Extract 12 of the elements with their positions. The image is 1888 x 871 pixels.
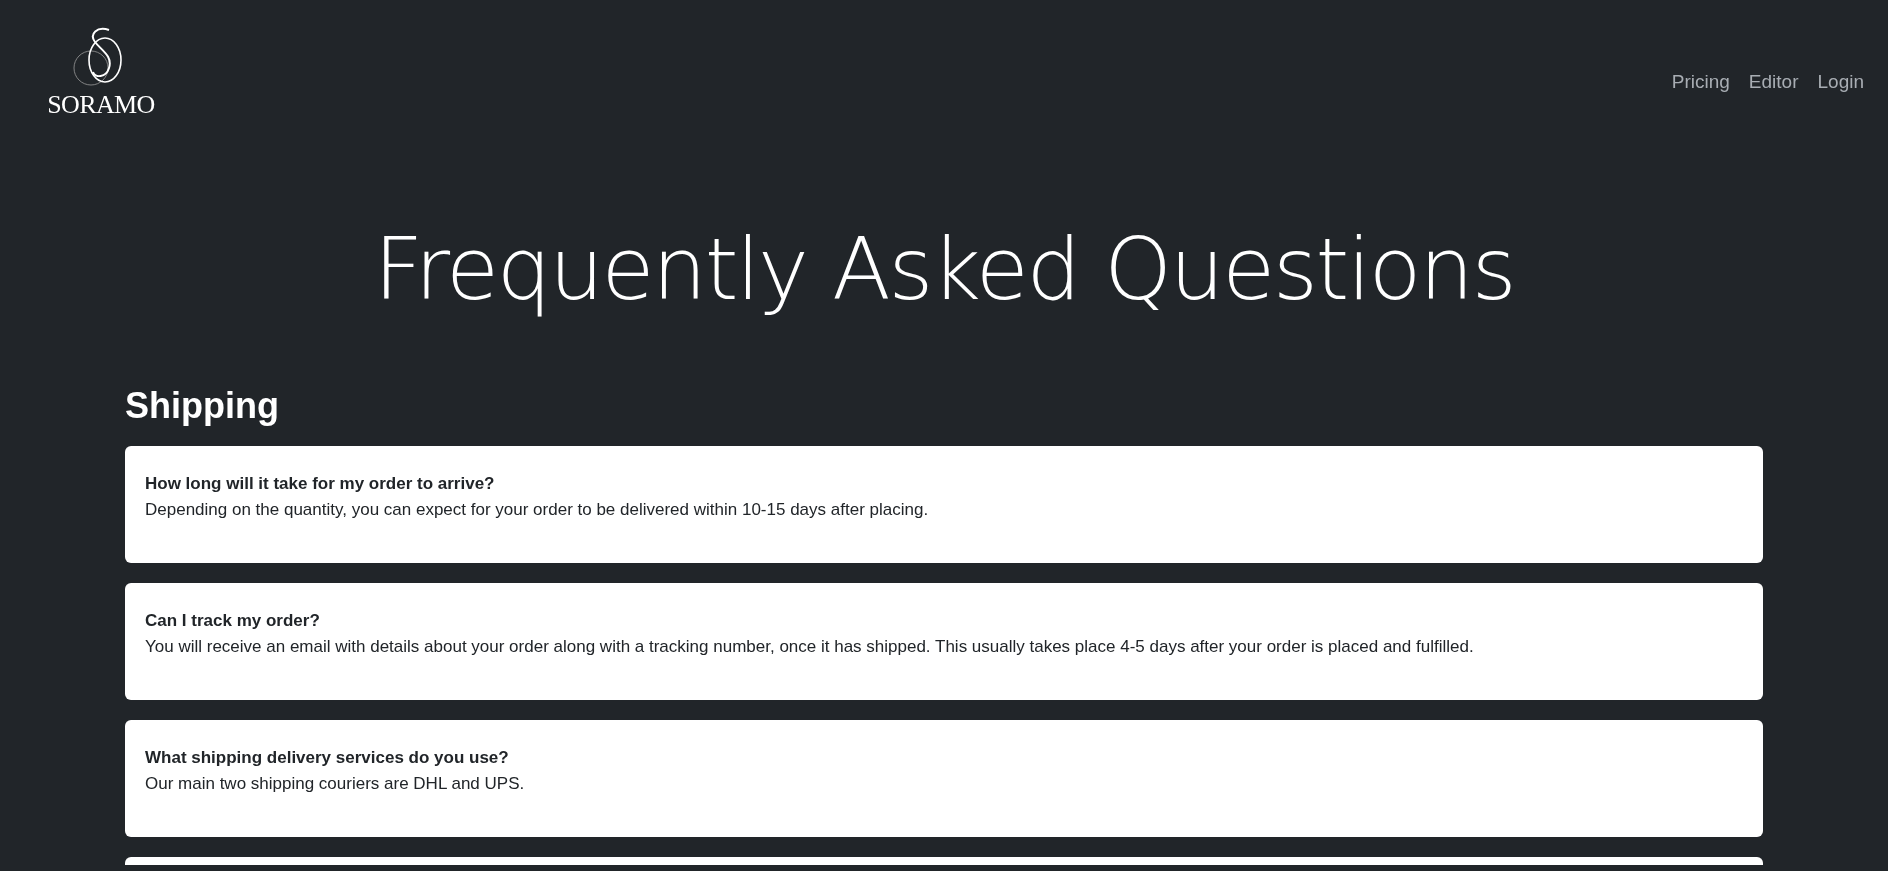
logo-wordmark: SORAMO [47,92,155,118]
page-title: Frequently Asked Questions [372,218,1516,321]
faq-answer: You will receive an email with details about your order along with a tracking number, once it has shipped. This usually takes place 4-5 days after your order is placed and fulfilled. [145,636,1475,659]
faq-answer: Depending on the quantity, you can expect for your order to be delivered within 10-15 days after placing. [145,499,930,522]
faq-question: Can I track my order? [145,610,321,633]
faq-question: What shipping delivery services do you use? [145,747,510,770]
faq-question: How long will it take for my order to arrive? [145,473,496,496]
nav-link[interactable]: Login [1817,68,1864,97]
faq-answer: Our main two shipping couriers are DHL and UPS. [145,773,526,796]
section-heading: Shipping [125,384,280,429]
nav-link[interactable]: Pricing [1671,68,1730,97]
nav-link[interactable]: Editor [1748,68,1799,97]
